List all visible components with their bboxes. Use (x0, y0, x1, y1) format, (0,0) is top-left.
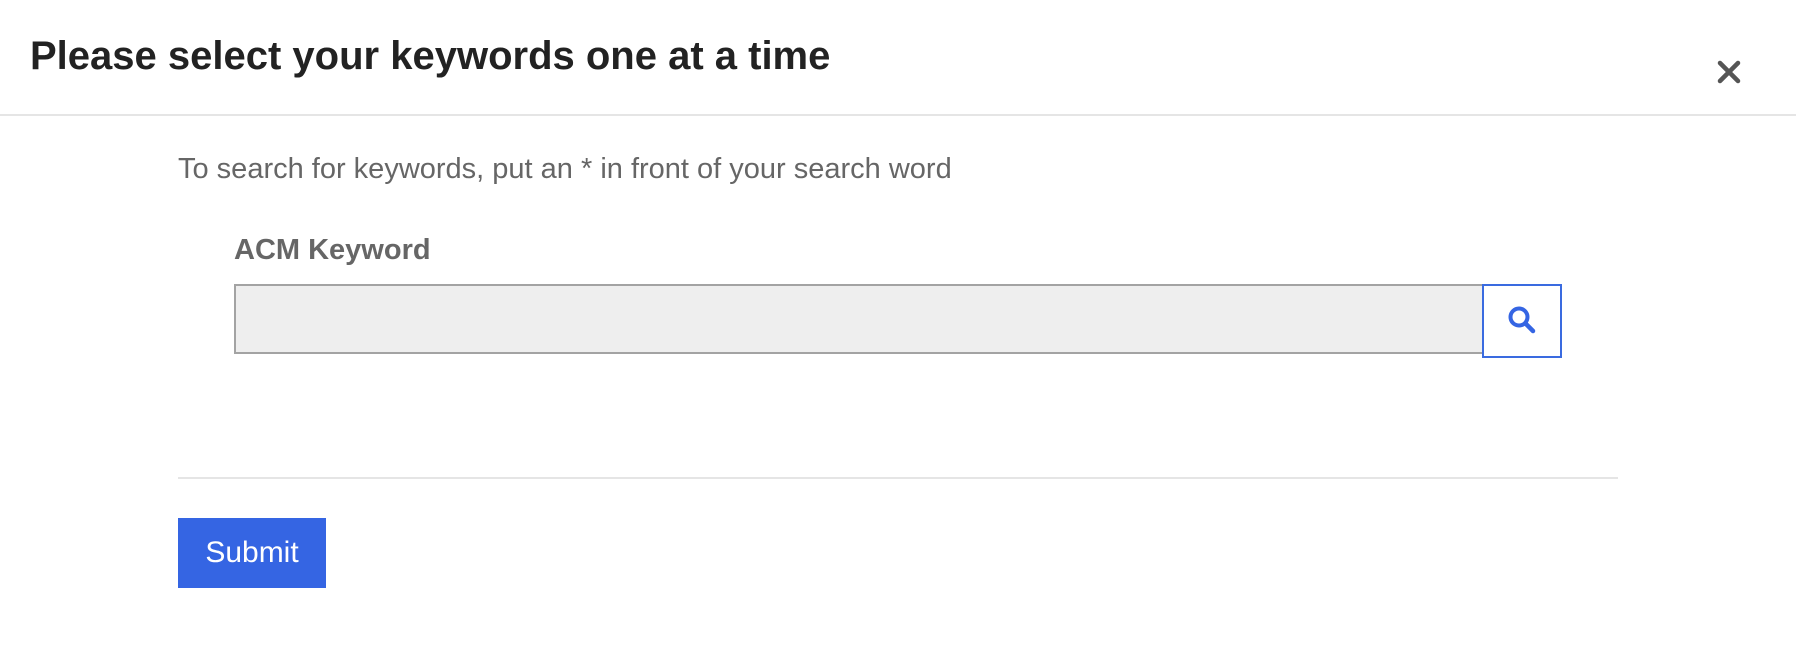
dialog-header: Please select your keywords one at a tim… (0, 0, 1796, 116)
search-button[interactable] (1482, 284, 1562, 358)
close-button[interactable] (1706, 50, 1752, 96)
keyword-field-label: ACM Keyword (234, 234, 431, 266)
close-icon (1717, 60, 1741, 87)
submit-button[interactable]: Submit (178, 518, 326, 588)
keyword-dialog: Please select your keywords one at a tim… (0, 0, 1796, 666)
search-icon (1506, 304, 1538, 339)
keyword-input[interactable] (234, 284, 1482, 354)
search-hint: To search for keywords, put an * in fron… (178, 153, 952, 185)
keyword-search-group (234, 284, 1562, 358)
dialog-title: Please select your keywords one at a tim… (30, 34, 831, 78)
footer-divider (178, 477, 1618, 479)
